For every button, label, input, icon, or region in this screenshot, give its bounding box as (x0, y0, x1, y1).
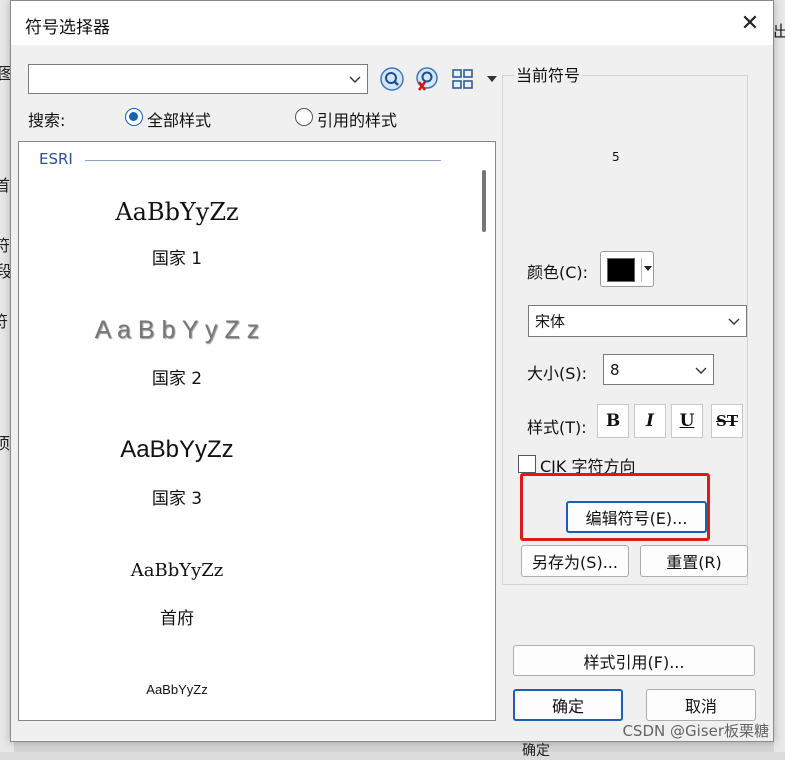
cjk-orientation-checkbox[interactable] (518, 455, 536, 473)
symbol-label[interactable]: 国家 3 (27, 484, 327, 509)
color-picker-divider (641, 258, 642, 282)
symbol-sample[interactable]: AaBbYyZz (27, 436, 327, 464)
radio-all-styles-label: 全部样式 (147, 111, 212, 130)
scrollbar-thumb[interactable] (482, 170, 486, 232)
underline-button[interactable]: U (671, 404, 703, 438)
current-symbol-title: 当前符号 (514, 62, 583, 86)
symbol-label[interactable]: 国家 2 (27, 364, 327, 389)
symbol-preview: 5 (612, 150, 620, 164)
reset-button[interactable]: 重置(R) (640, 545, 748, 577)
symbol-sample[interactable]: A a B b Y y Z z (27, 316, 327, 345)
font-select[interactable]: 宋体 (528, 305, 747, 337)
size-select[interactable]: 8 (603, 354, 714, 385)
background-text: 项 (0, 434, 11, 453)
chevron-down-icon (695, 367, 707, 374)
close-icon: ✕ (740, 10, 760, 36)
save-as-button[interactable]: 另存为(S)... (521, 545, 629, 577)
radio-all-styles[interactable] (125, 108, 143, 126)
background-ok-button: 确定 (522, 743, 550, 759)
symbol-sample[interactable]: AaBbYyZz (27, 198, 327, 226)
scrollbar[interactable] (471, 142, 495, 720)
style-references-button[interactable]: 样式引用(F)... (513, 645, 755, 676)
group-header: ESRI (39, 150, 73, 168)
search-label: 搜索: (28, 111, 66, 130)
background-text: 符 (0, 312, 9, 331)
watermark: CSDN @Giser板栗糖 (622, 722, 769, 740)
symbol-sample[interactable]: AaBbYyZz (27, 560, 327, 581)
dialog-title: 符号选择器 (25, 18, 110, 38)
chevron-down-icon (349, 76, 361, 83)
ok-button[interactable]: 确定 (513, 689, 623, 721)
title-bar: 符号选择器 ✕ (11, 1, 773, 45)
background-text: 符 (0, 236, 11, 255)
clear-search-icon[interactable] (414, 66, 440, 92)
size-label: 大小(S): (527, 364, 588, 383)
symbol-sample[interactable]: AaBbYyZz (27, 682, 327, 697)
chevron-down-icon (644, 266, 652, 271)
view-grid-icon[interactable] (450, 66, 500, 92)
symbol-list[interactable]: ESRI AaBbYyZz 国家 1 A a B b Y y Z z 国家 2 … (18, 141, 496, 721)
bold-button[interactable]: B (597, 404, 629, 438)
radio-referenced-styles-label: 引用的样式 (317, 111, 398, 130)
radio-referenced-styles[interactable] (295, 108, 313, 126)
group-divider (85, 160, 441, 161)
color-swatch (607, 258, 635, 282)
background-text: 首 (0, 176, 11, 195)
style-label: 样式(T): (527, 418, 587, 437)
strikethrough-button[interactable]: ST (711, 404, 743, 438)
font-value: 宋体 (535, 312, 566, 331)
background-window-right: 出 (773, 0, 785, 752)
size-value: 8 (610, 360, 620, 379)
color-label: 颜色(C): (527, 263, 589, 282)
chevron-down-icon (728, 318, 740, 325)
symbol-label[interactable]: 国家 1 (27, 244, 327, 269)
edit-symbol-button[interactable]: 编辑符号(E)... (566, 501, 707, 533)
close-button[interactable]: ✕ (727, 1, 773, 45)
italic-button[interactable]: I (634, 404, 666, 438)
cancel-button[interactable]: 取消 (646, 689, 756, 721)
symbol-label[interactable]: 首府 (27, 604, 327, 629)
search-icon[interactable] (379, 66, 405, 92)
background-text: 出 (773, 22, 785, 41)
search-combobox[interactable] (28, 64, 368, 94)
color-picker-button[interactable] (600, 251, 654, 287)
